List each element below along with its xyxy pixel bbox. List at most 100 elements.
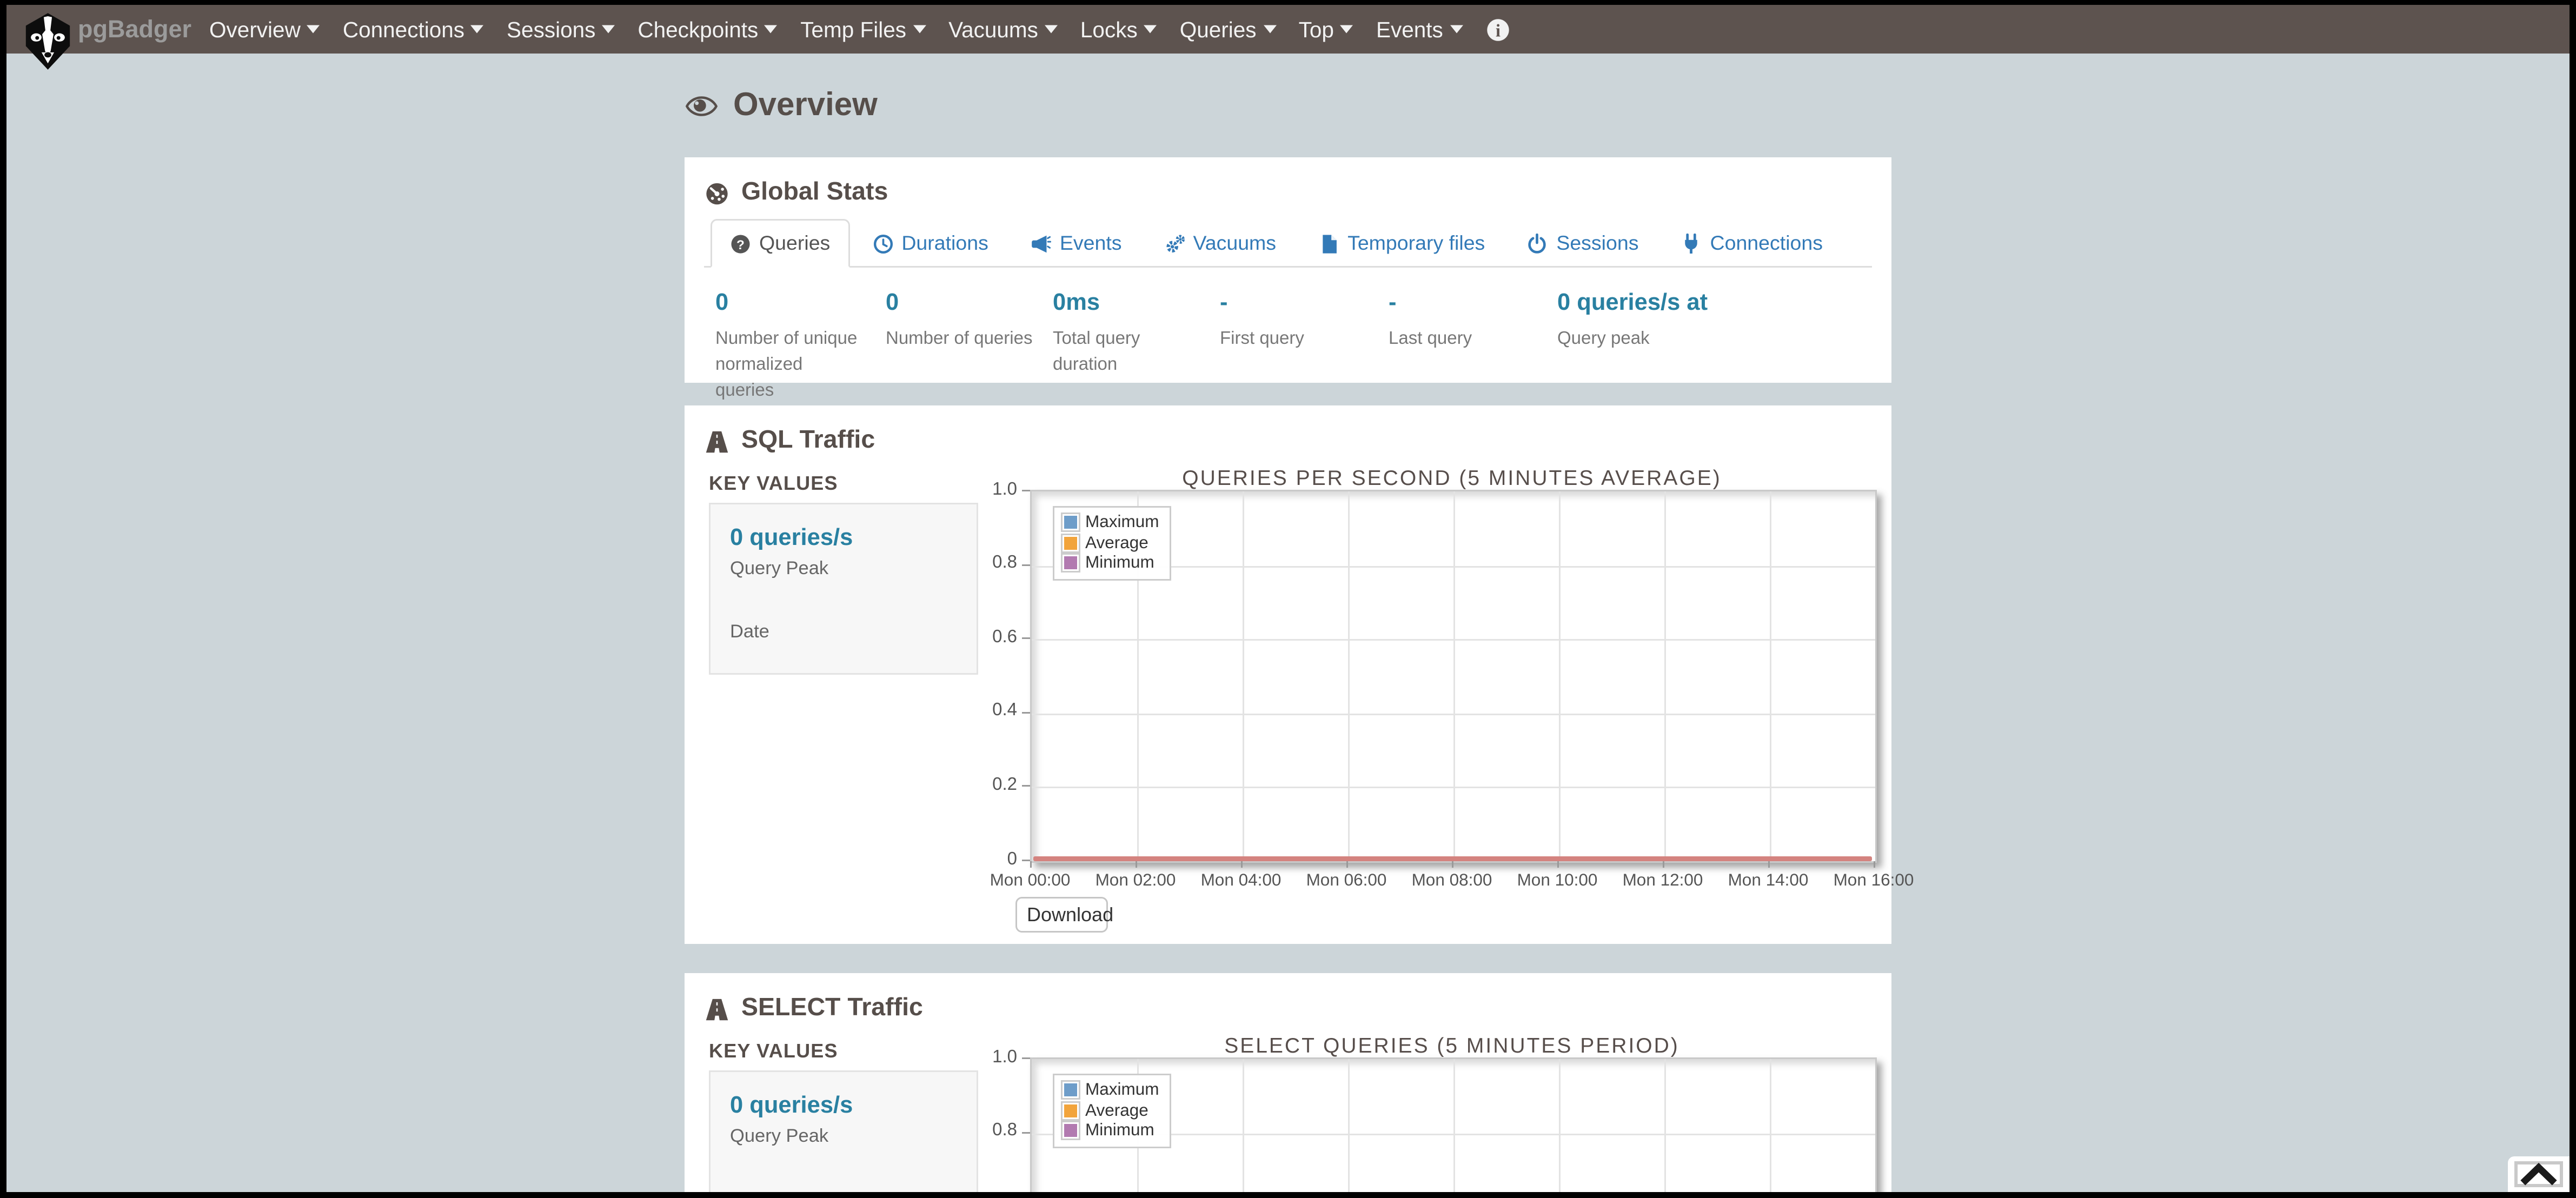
y-tick-label: 0: [949, 849, 1017, 869]
nav-item-locks[interactable]: Locks: [1069, 5, 1169, 54]
legend-label: Average: [1085, 533, 1148, 553]
navbar-menu: OverviewConnectionsSessionsCheckpoints Te…: [198, 5, 1474, 54]
y-tick-mark: [1022, 638, 1030, 640]
chevron-up-icon: [2518, 1161, 2560, 1188]
date-label: Date: [730, 623, 957, 642]
x-tick-label: Mon 00:00: [978, 871, 1082, 890]
nav-item-label: Queries: [1180, 17, 1257, 42]
legend-label: Maximum: [1085, 513, 1159, 533]
power-icon: [1527, 233, 1548, 254]
date-label: Date: [730, 1190, 957, 1192]
tab-vacuums[interactable]: Vacuums: [1145, 219, 1296, 268]
global-stats-title: Global Stats: [741, 178, 888, 208]
x-tick-label: Mon 06:00: [1294, 871, 1398, 890]
legend-label: Minimum: [1085, 554, 1154, 573]
nav-item-vacuums[interactable]: Vacuums: [937, 5, 1069, 54]
caret-down-icon: [1263, 24, 1276, 34]
nav-item-events[interactable]: Events: [1365, 5, 1474, 54]
nav-item-sessions[interactable]: Sessions: [495, 5, 626, 54]
back-to-top-button[interactable]: [2508, 1156, 2570, 1192]
select-traffic-title: SELECT Traffic: [741, 994, 923, 1023]
stat-label: Total query duration: [1053, 328, 1202, 380]
legend-item-maximum: Maximum: [1061, 513, 1159, 533]
stat-label: Number of queries: [886, 328, 1035, 354]
tab-events[interactable]: Events: [1011, 219, 1141, 268]
caret-down-icon: [1045, 24, 1058, 34]
global-stats-heading: Global Stats: [685, 157, 1891, 208]
road-icon: [704, 997, 730, 1021]
legend-swatch-icon: [1064, 1104, 1077, 1117]
tab-connections[interactable]: Connections: [1662, 219, 1843, 268]
nav-item-checkpoints[interactable]: Checkpoints: [626, 5, 789, 54]
tab-label: Durations: [901, 232, 988, 255]
global-stats-tabs: ?Queries Durations Events Vacuums Temporary …: [704, 219, 1872, 268]
y-tick-mark: [1022, 786, 1030, 787]
x-tick-label: Mon 14:00: [1716, 871, 1820, 890]
plug-icon: [1681, 233, 1702, 254]
select-traffic-heading: SELECT Traffic: [685, 973, 1891, 1023]
stat-label: First query: [1220, 328, 1369, 354]
stat-card-total-query-duration: 0msTotal query duration: [1053, 290, 1220, 405]
nav-item-label: Events: [1376, 17, 1443, 42]
x-tick-label: Mon 16:00: [1822, 871, 1926, 890]
x-tick-mark: [1663, 861, 1664, 868]
nav-item-top[interactable]: Top: [1287, 5, 1365, 54]
grid-line-v: [1243, 491, 1244, 861]
chart-legend: MaximumAverageMinimum: [1053, 1074, 1171, 1148]
nav-item-queries[interactable]: Queries: [1169, 5, 1287, 54]
grid-line-h: [1032, 640, 1875, 641]
bullhorn-icon: [1031, 233, 1052, 254]
legend-swatch-icon: [1064, 1124, 1077, 1137]
y-tick-label: 0.6: [949, 627, 1017, 647]
y-tick-mark: [1022, 490, 1030, 491]
stat-value: 0: [886, 290, 1053, 316]
nav-item-label: Vacuums: [948, 17, 1038, 42]
grid-line-h: [1032, 713, 1875, 715]
x-tick-mark: [1557, 861, 1559, 868]
global-stats-panel: Global Stats ?Queries Durations Events Vacu…: [685, 157, 1891, 383]
key-values-heading: KEY VALUES: [709, 472, 978, 495]
nav-item-overview[interactable]: Overview: [198, 5, 331, 54]
x-tick-label: Mon 10:00: [1505, 871, 1609, 890]
tab-label: Vacuums: [1193, 232, 1277, 255]
nav-item-label: Temp Files: [800, 17, 906, 42]
nav-item-connections[interactable]: Connections: [331, 5, 495, 54]
chart-plot-area: MaximumAverageMinimum: [1030, 1057, 1877, 1192]
legend-swatch-icon: [1064, 1084, 1077, 1097]
nav-item-temp-files[interactable]: Temp Files: [789, 5, 937, 54]
tab-label: Sessions: [1556, 232, 1638, 255]
stat-card-last-query: -Last query: [1389, 290, 1557, 405]
x-tick-label: Mon 02:00: [1084, 871, 1187, 890]
legend-item-minimum: Minimum: [1061, 553, 1159, 574]
grid-line-v: [1770, 491, 1771, 861]
caret-down-icon: [471, 24, 484, 34]
tab-durations[interactable]: Durations: [853, 219, 1008, 268]
key-values-box: 0 queries/s Query Peak Date: [709, 503, 978, 675]
tab-sessions[interactable]: Sessions: [1508, 219, 1658, 268]
nav-item-label: Locks: [1080, 17, 1138, 42]
page-title-text: Overview: [733, 88, 878, 125]
grid-line-v: [1453, 491, 1455, 861]
tab-queries[interactable]: ?Queries: [711, 219, 849, 268]
nav-item-label: Top: [1299, 17, 1334, 42]
main-content: Overview Global Stats ?Queries Durations E…: [685, 88, 1891, 1192]
svg-text:i: i: [1495, 20, 1500, 39]
stat-label: Query peak: [1557, 328, 1707, 354]
y-tick-mark: [1022, 860, 1030, 861]
y-tick-mark: [1022, 711, 1030, 713]
query-peak-value: 0 queries/s: [730, 1093, 957, 1119]
nav-info-button[interactable]: i: [1474, 17, 1521, 42]
download-button[interactable]: Download: [1015, 897, 1108, 933]
x-tick-mark: [1874, 861, 1875, 868]
key-values-box: 0 queries/s Query Peak Date: [709, 1070, 978, 1192]
grid-line-v: [1664, 491, 1666, 861]
tab-temporary-files[interactable]: Temporary files: [1299, 219, 1504, 268]
x-tick-label: Mon 04:00: [1189, 871, 1293, 890]
x-tick-mark: [1241, 861, 1243, 868]
x-tick-mark: [1136, 861, 1137, 868]
y-tick-label: 1.0: [949, 480, 1017, 499]
stat-value: -: [1389, 290, 1557, 316]
grid-line-v: [1348, 491, 1350, 861]
dashboard-icon: [704, 181, 730, 205]
info-circle-icon: i: [1485, 17, 1510, 42]
